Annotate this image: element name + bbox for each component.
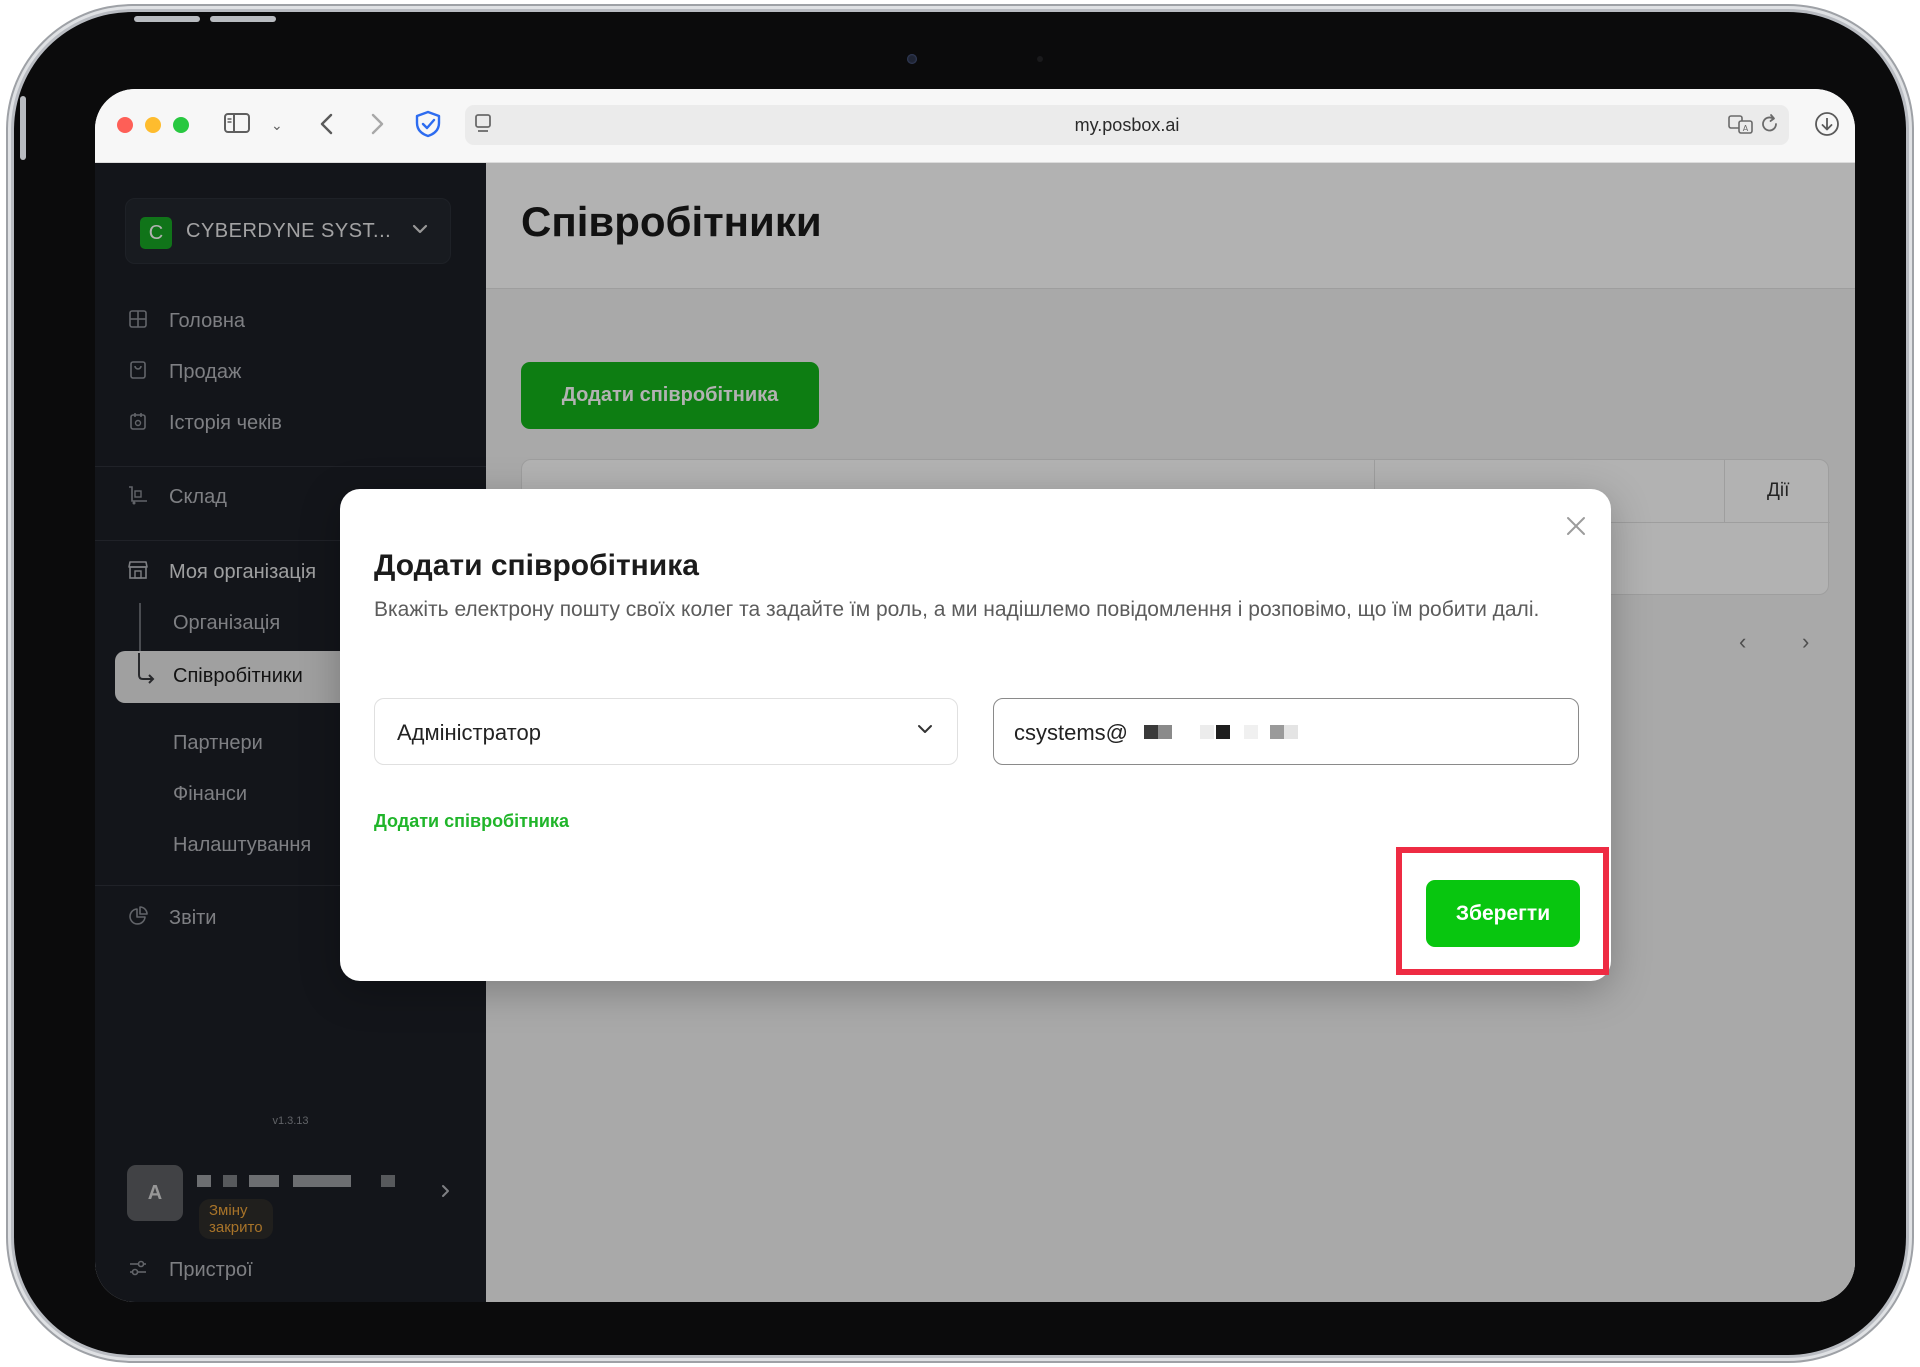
- url-text: my.posbox.ai: [1074, 115, 1180, 135]
- svg-text:A: A: [1743, 124, 1749, 133]
- address-bar[interactable]: my.posbox.ai A: [465, 105, 1789, 145]
- back-icon[interactable]: [317, 111, 337, 144]
- redacted-email: [1158, 725, 1172, 739]
- role-select-value: Адміністратор: [397, 720, 541, 745]
- add-employee-modal: Додати співробітника Вкажіть електрону п…: [340, 489, 1611, 981]
- redacted-email: [1200, 725, 1214, 739]
- hardware-button: [134, 16, 200, 22]
- modal-title: Додати співробітника: [374, 549, 699, 582]
- downloads-icon[interactable]: [1813, 109, 1841, 146]
- minimize-window-button[interactable]: [145, 117, 161, 133]
- hardware-button: [20, 96, 26, 160]
- ipad-frame: ⌄ my.posbox.ai A C CYBERDYNE SYST... Гол…: [14, 12, 1906, 1355]
- email-field[interactable]: csystems@: [993, 698, 1579, 765]
- chevron-down-icon[interactable]: ⌄: [271, 111, 283, 139]
- role-select[interactable]: Адміністратор: [374, 698, 958, 765]
- redacted-email: [1270, 725, 1284, 739]
- shield-icon[interactable]: [413, 109, 443, 146]
- redacted-email: [1216, 725, 1230, 739]
- close-window-button[interactable]: [117, 117, 133, 133]
- save-button[interactable]: Зберегти: [1426, 880, 1580, 947]
- chevron-down-icon: [915, 719, 935, 745]
- sensor: [1037, 56, 1043, 62]
- sidebar-toggle-icon[interactable]: [223, 111, 251, 142]
- redacted-email: [1244, 725, 1258, 739]
- forward-icon[interactable]: [367, 111, 387, 144]
- redacted-email: [1284, 725, 1298, 739]
- add-another-employee-link[interactable]: Додати співробітника: [374, 811, 569, 832]
- close-icon[interactable]: [1563, 513, 1589, 545]
- email-field-value: csystems@: [1014, 720, 1129, 745]
- modal-description: Вкажіть електрону пошту своїх колег та з…: [374, 598, 1540, 621]
- screen: ⌄ my.posbox.ai A C CYBERDYNE SYST... Гол…: [95, 89, 1855, 1302]
- browser-toolbar: ⌄ my.posbox.ai A: [95, 89, 1855, 163]
- hardware-button: [210, 16, 276, 22]
- fullscreen-window-button[interactable]: [173, 117, 189, 133]
- translate-icon[interactable]: A: [1727, 111, 1755, 144]
- redacted-email: [1144, 725, 1158, 739]
- reload-icon[interactable]: [1759, 111, 1781, 144]
- front-camera: [907, 54, 917, 64]
